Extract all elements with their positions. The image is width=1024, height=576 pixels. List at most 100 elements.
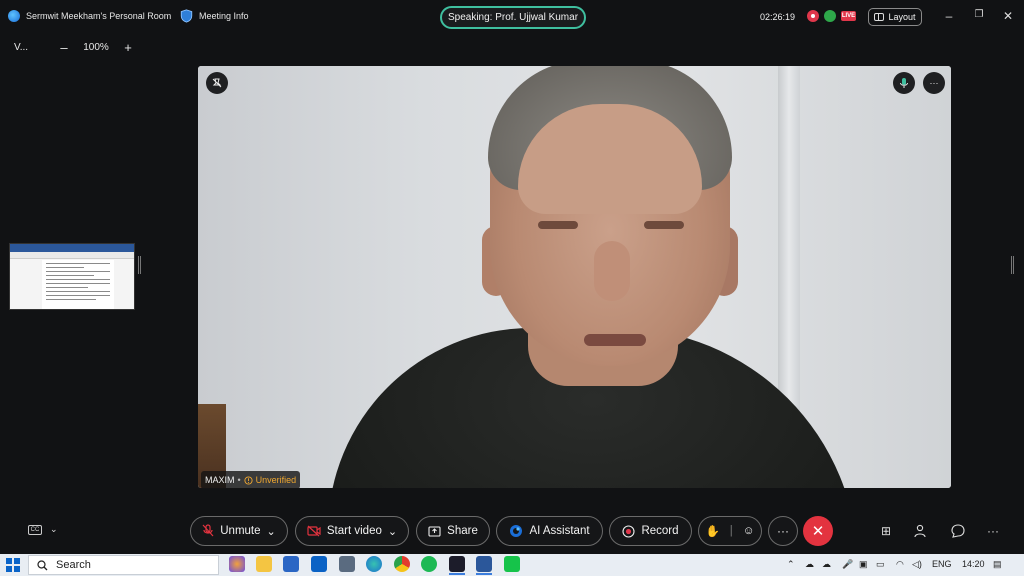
ai-assistant-label: AI Assistant [529, 525, 590, 537]
close-button[interactable]: ✕ [1000, 9, 1016, 23]
photos-app-icon[interactable] [339, 556, 355, 572]
video-more-options-icon[interactable]: ··· [923, 72, 945, 94]
tray-language[interactable]: ENG [932, 559, 952, 569]
start-video-label: Start video [326, 525, 382, 537]
right-resize-handle[interactable] [1011, 256, 1014, 274]
room-title: Sermwit Meekham's Personal Room [8, 10, 171, 22]
webex-app-icon[interactable] [449, 556, 465, 572]
webex-logo-icon [8, 10, 20, 22]
reactions-icon[interactable]: ☺ [743, 525, 755, 537]
shared-content-thumbnail[interactable] [9, 243, 135, 310]
microphone-muted-icon [202, 524, 214, 537]
ai-assistant-icon [510, 525, 523, 537]
tray-microphone-icon[interactable]: 🎤 [842, 559, 853, 570]
share-button[interactable]: Share [416, 516, 490, 546]
left-resize-handle[interactable] [138, 256, 141, 274]
name-separator: • [237, 475, 241, 485]
widget-app-icon[interactable] [229, 556, 245, 572]
zoom-out-button[interactable]: – [50, 40, 78, 55]
chevron-down-icon: ⌄ [50, 524, 58, 534]
thumbnail-document-page [42, 260, 114, 309]
notification-icon[interactable]: ▤ [993, 559, 1002, 570]
view-menu[interactable]: V... [14, 42, 50, 53]
unmute-button[interactable]: Unmute ⌄ [190, 516, 288, 546]
tray-camera-icon[interactable]: ▣ [859, 559, 868, 570]
start-video-button[interactable]: Start video ⌄ [295, 516, 409, 546]
video-off-icon [307, 525, 321, 537]
tray-cloud-icon[interactable]: ☁ [805, 559, 814, 570]
word-app-icon[interactable] [476, 556, 492, 572]
room-title-text: Sermwit Meekham's Personal Room [26, 11, 172, 21]
microphone-icon[interactable] [893, 72, 915, 94]
share-icon [428, 526, 441, 537]
zoom-level: 100% [83, 42, 109, 53]
participant-video [198, 66, 951, 488]
participants-icon[interactable] [912, 522, 930, 540]
line-app-icon[interactable] [504, 556, 520, 572]
search-icon [37, 559, 48, 570]
meeting-timer: 02:26:19 [760, 12, 796, 22]
leave-meeting-button[interactable]: ✕ [803, 516, 833, 546]
recording-icon[interactable] [807, 10, 819, 22]
thumbnail-titlebar [10, 244, 134, 252]
spotify-icon[interactable] [421, 556, 437, 572]
participant-mouth [584, 334, 646, 346]
apps-icon[interactable]: ⊞ [877, 522, 895, 540]
record-button[interactable]: Record [609, 516, 692, 546]
speaking-text: Speaking: Prof. Ujjwal Kumar [447, 12, 579, 23]
shield-icon [180, 9, 193, 23]
layout-label: Layout [888, 12, 916, 22]
tray-onedrive-icon[interactable]: ☁ [822, 559, 831, 570]
taskbar-search-box[interactable]: Search [28, 555, 219, 575]
edge-browser-icon[interactable] [366, 556, 382, 572]
tray-wifi-icon[interactable]: ◠ [896, 559, 904, 570]
minimize-button[interactable]: – [941, 9, 957, 23]
share-label: Share [447, 525, 478, 537]
captions-icon: CC [28, 524, 42, 535]
tray-chevron-up-icon[interactable]: ⌃ [787, 559, 795, 570]
tray-battery-icon[interactable]: ▭ [876, 559, 885, 570]
title-bar: Sermwit Meekham's Personal Room Meeting … [0, 0, 1024, 34]
unmute-label: Unmute [220, 525, 261, 537]
chrome-browser-icon[interactable] [394, 556, 410, 572]
zoom-controls: V... – 100% + [14, 40, 142, 55]
layout-button[interactable]: Layout [868, 8, 922, 26]
raise-hand-icon[interactable]: ✋ [705, 524, 719, 538]
reactions-group[interactable]: ✋ | ☺ [698, 516, 762, 546]
warning-icon [244, 475, 253, 485]
restore-button[interactable]: ❐ [971, 9, 987, 20]
active-speaker-indicator: Speaking: Prof. Ujjwal Kumar [440, 6, 586, 29]
chevron-down-icon[interactable]: ⌄ [267, 525, 276, 538]
file-explorer-icon[interactable] [256, 556, 272, 572]
participant-name: MAXIM [205, 475, 235, 485]
more-options-button[interactable]: ··· [768, 516, 798, 546]
participant-eye-right [644, 221, 684, 229]
word-active-indicator [476, 573, 492, 575]
zoom-in-button[interactable]: + [114, 40, 142, 55]
audio-level-icon[interactable] [824, 10, 836, 22]
verification-status: Unverified [255, 475, 297, 485]
outlook-icon[interactable] [311, 556, 327, 572]
meeting-info-label: Meeting Info [199, 11, 249, 21]
search-placeholder: Search [56, 559, 91, 571]
meeting-window: Sermwit Meekham's Personal Room Meeting … [0, 0, 1024, 576]
participant-nose [594, 241, 630, 301]
tray-clock[interactable]: 14:20 [962, 559, 985, 569]
chevron-down-icon[interactable]: ⌄ [388, 525, 397, 538]
panel-more-icon[interactable]: ··· [984, 522, 1002, 540]
store-app-icon[interactable] [283, 556, 299, 572]
reactions-divider: | [729, 525, 733, 537]
webex-active-indicator [449, 573, 465, 575]
windows-start-icon[interactable] [6, 558, 20, 572]
meeting-info-button[interactable]: Meeting Info [180, 9, 249, 23]
thumbnail-ribbon [10, 252, 134, 259]
captions-button[interactable]: CC ⌄ [28, 524, 58, 535]
pin-off-icon[interactable] [206, 72, 228, 94]
tray-volume-icon[interactable]: ◁) [912, 559, 922, 570]
record-label: Record [641, 525, 679, 537]
chat-icon[interactable] [949, 522, 967, 540]
layout-icon [874, 13, 885, 21]
ai-assistant-button[interactable]: AI Assistant [496, 516, 603, 546]
record-icon [622, 524, 636, 538]
live-badge[interactable]: LIVE [841, 11, 856, 21]
